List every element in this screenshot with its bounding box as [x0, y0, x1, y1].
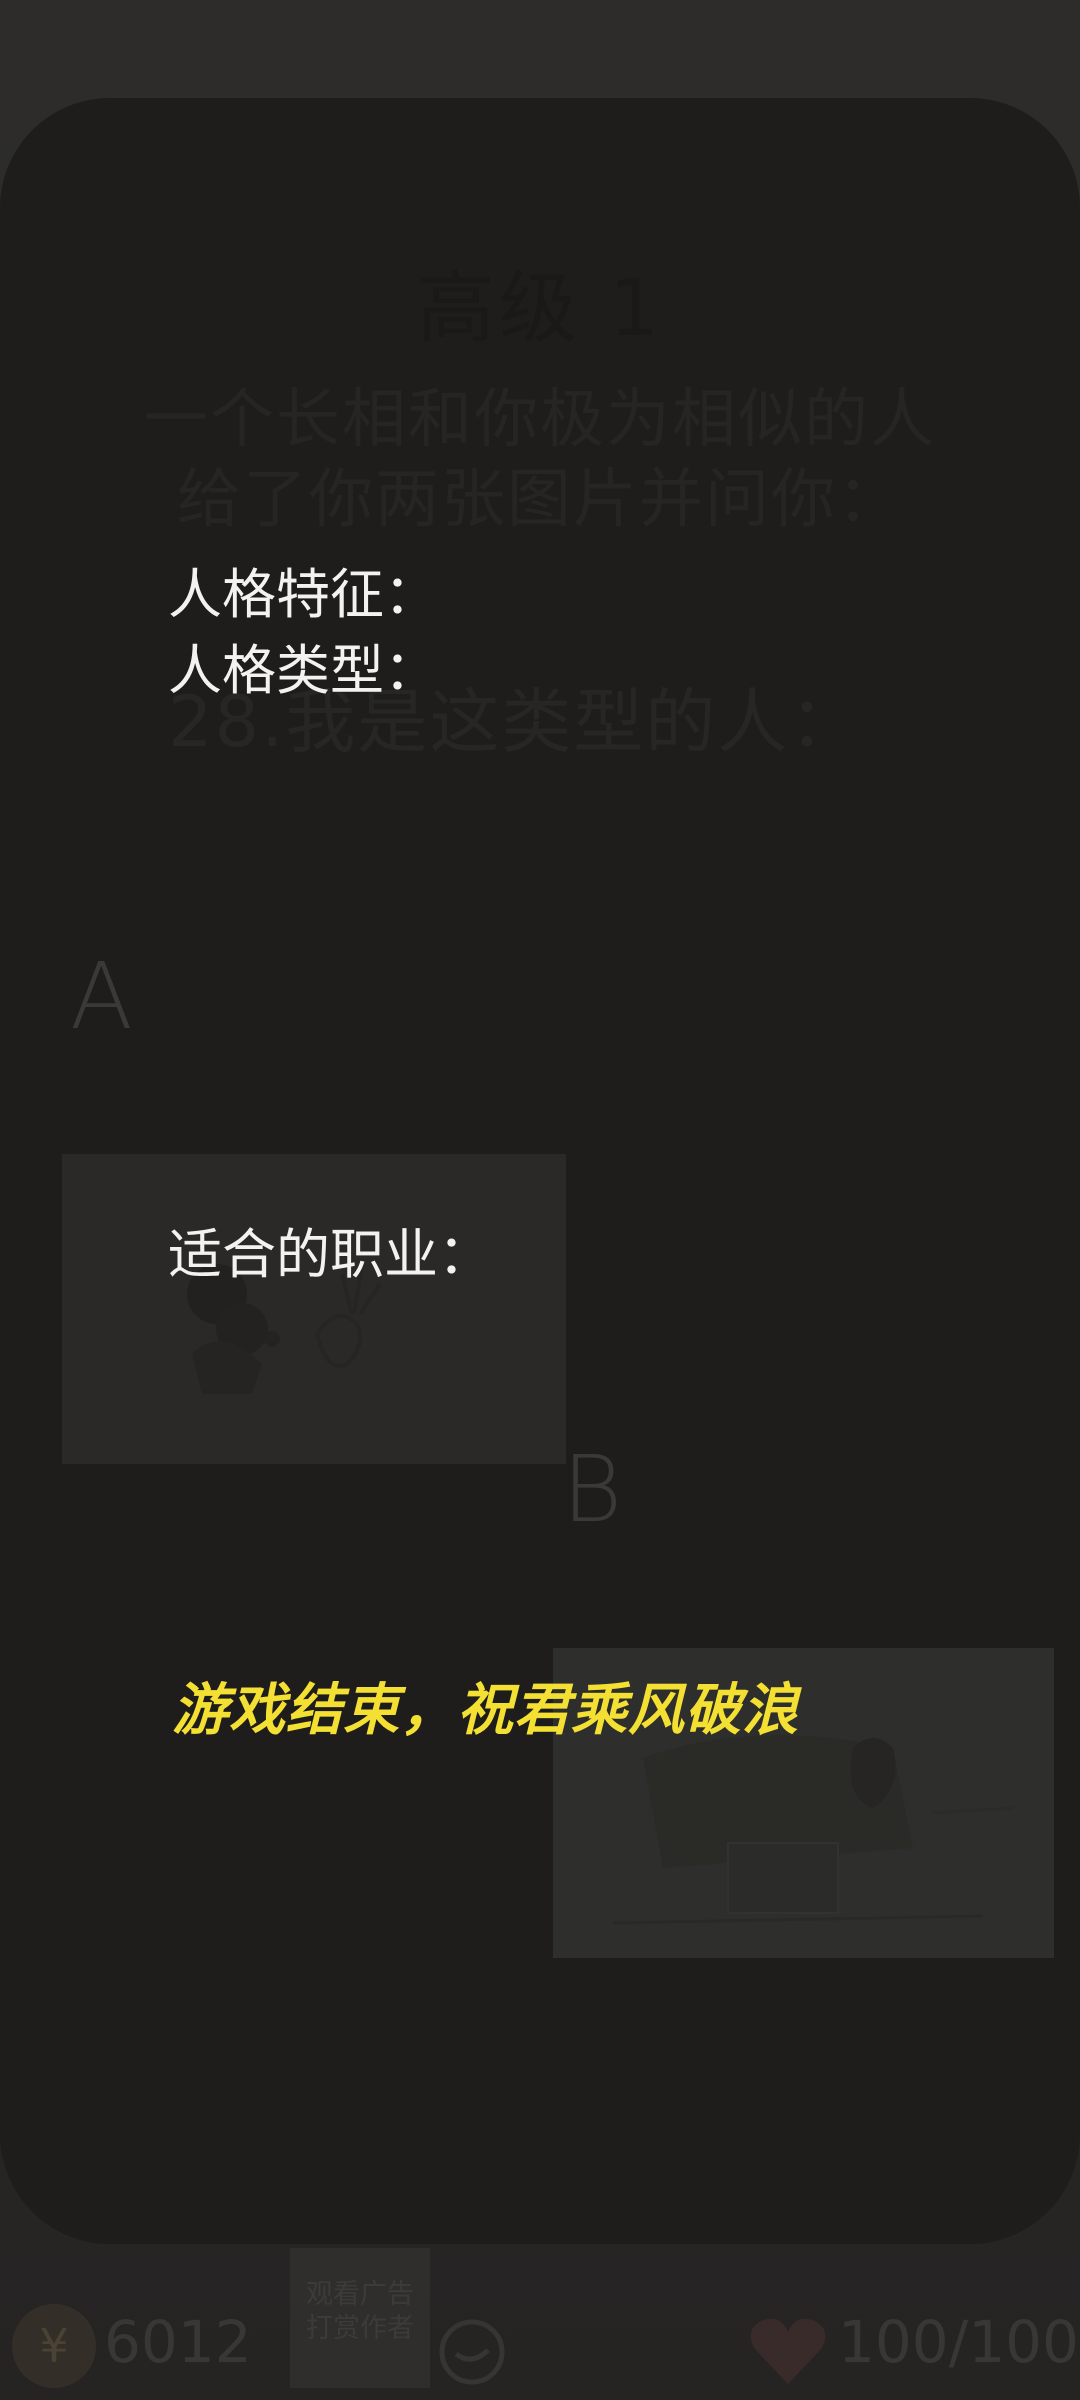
ad-button-line1: 观看广告 [306, 2279, 414, 2310]
game-over-message: 游戏结束，祝君乘风破浪 [172, 1678, 799, 1743]
bottom-bar: ¥ 6012 观看广告 打赏作者 100/100 [0, 2244, 1080, 2400]
chat-bubble-icon[interactable] [432, 2314, 512, 2394]
game-card: 高级 1 一个长相和你极为相似的人 给了你两张图片并问你： 28.我是这类型的人… [0, 98, 1080, 2244]
trait-label: 人格特征： [168, 563, 438, 626]
story-line: 给了你两张图片并问你： [177, 463, 903, 537]
ad-button-line2: 打赏作者 [306, 2313, 414, 2344]
yen-coin-icon: ¥ [12, 2304, 96, 2388]
life-count: 100/100 [838, 2308, 1079, 2376]
option-a-letter: A [70, 943, 133, 1050]
sketch-illustration-a [187, 1263, 382, 1394]
option-a-image[interactable] [62, 1154, 566, 1464]
game-screen: 高级 1 一个长相和你极为相似的人 给了你两张图片并问你： 28.我是这类型的人… [0, 0, 1080, 2400]
type-label: 人格类型： [168, 639, 438, 702]
coin-count: 6012 [104, 2308, 252, 2376]
option-b-letter: B [562, 1436, 623, 1543]
story-line: 一个长相和你极为相似的人 [144, 383, 936, 457]
heart-icon [750, 2318, 826, 2384]
watch-ad-tip-button[interactable]: 观看广告 打赏作者 [290, 2248, 430, 2388]
level-title: 高级 1 [416, 264, 664, 354]
career-label: 适合的职业： [168, 1223, 492, 1286]
